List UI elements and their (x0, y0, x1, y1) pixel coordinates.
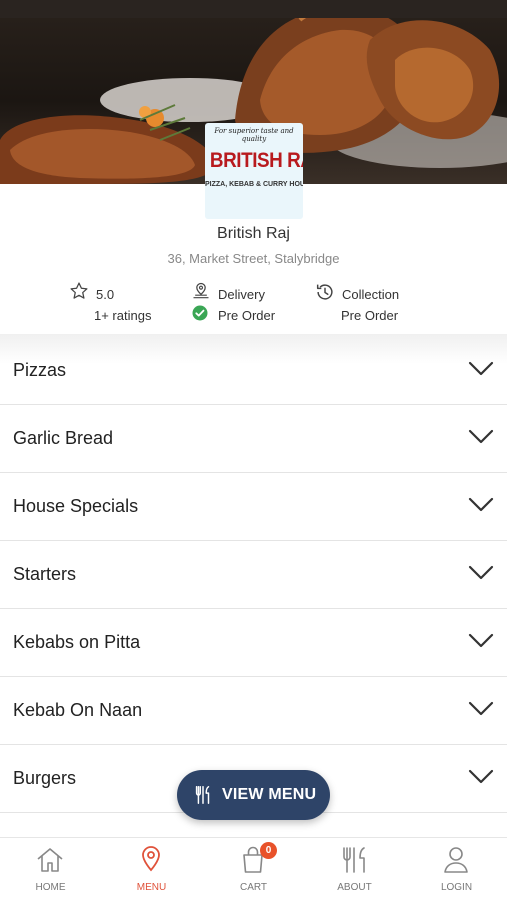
category-label: Garlic Bread (13, 428, 114, 448)
delivery-label: Delivery (218, 287, 265, 302)
rating-count: 1+ ratings (94, 308, 152, 323)
category-label: Starters (13, 564, 77, 584)
category-label: Pizzas (13, 360, 67, 380)
fork-knife-icon (192, 784, 214, 811)
collection-label: Collection (342, 287, 400, 302)
logo-name: BRITISH RAJ (209, 149, 303, 172)
category-row-kebab-on-naan[interactable]: Kebab On Naan (0, 677, 507, 745)
collection-status: Pre Order (341, 308, 399, 323)
chevron-down-icon[interactable] (468, 768, 494, 791)
nav-label: LOGIN (440, 882, 473, 893)
cart-count-badge: 0 (260, 842, 277, 859)
clock-history-icon (314, 281, 336, 306)
category-label: Burgers (13, 768, 77, 788)
category-row-kebabs-on-pitta[interactable]: Kebabs on Pitta (0, 609, 507, 677)
chevron-down-icon[interactable] (468, 428, 494, 451)
chevron-down-icon[interactable] (468, 564, 494, 587)
nav-login[interactable]: LOGIN (406, 838, 507, 900)
nav-label: MENU (136, 882, 167, 893)
category-label: Kebabs on Pitta (13, 632, 141, 652)
nav-menu[interactable]: MENU (101, 838, 202, 900)
nav-about[interactable]: ABOUT (304, 838, 405, 900)
category-row-pizzas[interactable]: Pizzas (0, 337, 507, 405)
chevron-down-icon[interactable] (468, 632, 494, 655)
restaurant-name: British Raj (217, 225, 290, 242)
chevron-down-icon[interactable] (468, 700, 494, 723)
utensils-icon (338, 844, 370, 881)
nav-label: HOME (35, 882, 66, 893)
view-menu-button[interactable]: VIEW MENU (177, 770, 330, 820)
nav-label: CART (239, 882, 268, 893)
nav-home[interactable]: HOME (0, 838, 101, 900)
delivery-location-icon (191, 281, 211, 304)
category-label: Kebab On Naan (13, 700, 143, 720)
restaurant-logo: For superior taste and quality BRITISH R… (205, 123, 303, 219)
nav-cart[interactable]: 0 CART (203, 838, 304, 900)
chevron-down-icon[interactable] (468, 496, 494, 519)
chevron-down-icon[interactable] (468, 360, 494, 383)
restaurant-address: 36, Market Street, Stalybridge (167, 251, 340, 266)
category-row-house-specials[interactable]: House Specials (0, 473, 507, 541)
category-list: Pizzas Garlic Bread House Specials Start… (0, 337, 507, 813)
logo-tagline: For superior taste and quality (214, 127, 294, 143)
home-icon (34, 844, 66, 881)
category-label: House Specials (13, 496, 139, 516)
category-row-garlic-bread[interactable]: Garlic Bread (0, 405, 507, 473)
check-circle-icon (192, 305, 208, 324)
location-pin-icon (135, 844, 167, 881)
nav-label: ABOUT (337, 882, 372, 893)
user-icon (440, 844, 472, 881)
category-row-starters[interactable]: Starters (0, 541, 507, 609)
view-menu-label: VIEW MENU (222, 786, 317, 803)
delivery-status: Pre Order (218, 308, 276, 323)
bottom-nav: HOME MENU 0 CART ABOUT LOGIN (0, 837, 507, 900)
logo-subtitle: PIZZA, KEBAB & CURRY HOUSE (205, 181, 303, 188)
rating-value: 5.0 (96, 287, 115, 302)
star-outline-icon (69, 281, 89, 304)
